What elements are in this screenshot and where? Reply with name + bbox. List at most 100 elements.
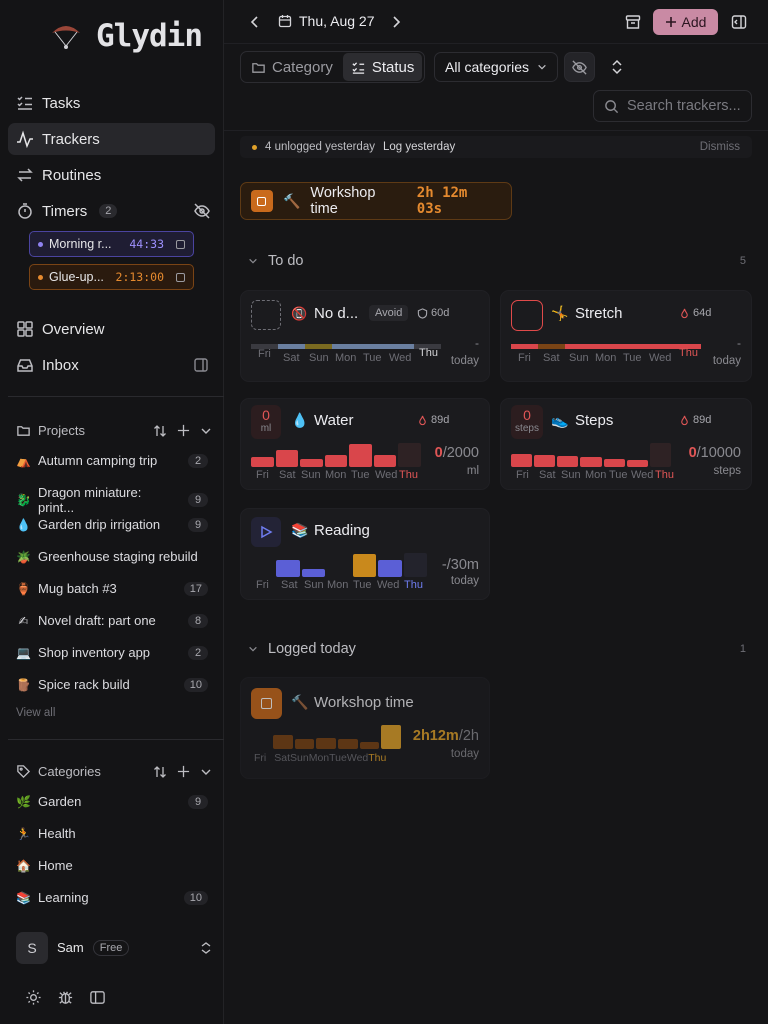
- category-filter-value: All categories: [445, 59, 530, 75]
- category-item[interactable]: 📚 Learning 10: [16, 890, 208, 905]
- project-item[interactable]: ⛺ Autumn camping trip 2: [16, 453, 208, 468]
- chevron-down-icon[interactable]: [200, 425, 212, 437]
- project-item[interactable]: 🪵 Spice rack build 10: [16, 677, 208, 692]
- nav-timers[interactable]: Timers 2: [8, 195, 215, 227]
- eye-off-icon: [571, 59, 588, 76]
- tracker-card-steps[interactable]: 0 steps 👟 Steps 89d Fri Sat Sun Mon Tue …: [500, 398, 752, 490]
- category-filter-select[interactable]: All categories: [434, 52, 559, 82]
- stop-icon[interactable]: [176, 272, 185, 282]
- nav-inbox[interactable]: Inbox: [8, 349, 215, 381]
- nav-routines[interactable]: Routines: [8, 159, 215, 191]
- panel-toggle-icon[interactable]: [193, 357, 209, 373]
- sidebar-toggle-icon[interactable]: [89, 989, 106, 1006]
- tracker-card-workshop[interactable]: 🔨 Workshop time Fri Sat Sun Mon Tue Wed …: [240, 677, 490, 779]
- stop-timer-button[interactable]: [251, 190, 273, 212]
- log-yesterday-link[interactable]: Log yesterday: [383, 141, 455, 153]
- project-item[interactable]: 💧 Garden drip irrigation 9: [16, 517, 208, 532]
- active-timer-banner[interactable]: 🔨 Workshop time 2h 12m 03s: [240, 182, 512, 220]
- timer-time: 2:13:00: [115, 270, 164, 284]
- expand-collapse-icon[interactable]: [607, 57, 627, 77]
- chevron-down-icon: [248, 256, 258, 266]
- add-category-icon[interactable]: [177, 765, 190, 778]
- project-item[interactable]: 🏺 Mug batch #3 17: [16, 581, 208, 596]
- project-name: Novel draft: part one: [38, 613, 156, 628]
- sort-icon[interactable]: [153, 765, 167, 779]
- tracker-emoji: 👟: [551, 412, 569, 428]
- group-by-status[interactable]: Status: [342, 53, 423, 81]
- glider-logo-icon: [50, 21, 82, 51]
- category-name: Health: [38, 826, 76, 841]
- timer-chip-glueup[interactable]: Glue-up... 2:13:00: [29, 264, 194, 290]
- day-label: Fri: [518, 352, 531, 364]
- nav-label: Overview: [42, 320, 105, 338]
- project-item[interactable]: ✍ Novel draft: part one 8: [16, 613, 208, 628]
- timer-name: Glue-up...: [49, 270, 104, 284]
- section-logged-header[interactable]: Logged today 1: [248, 641, 746, 657]
- flame-icon: [679, 308, 690, 319]
- category-item[interactable]: 🌿 Garden 9: [16, 794, 208, 809]
- group-by-category[interactable]: Category: [243, 53, 341, 81]
- add-button[interactable]: Add: [653, 9, 718, 35]
- tracker-card-no-doom[interactable]: 📵 No d... Avoid 60d Fri Sat Sun Mon Tue …: [240, 290, 490, 382]
- counter-box[interactable]: 0 steps: [511, 405, 543, 439]
- prev-day-icon[interactable]: [246, 13, 264, 31]
- day-label: Wed: [375, 469, 398, 481]
- chevron-down-icon: [248, 644, 258, 654]
- day-label: Tue: [609, 469, 628, 481]
- section-todo-header[interactable]: To do 5: [248, 253, 746, 269]
- tracker-name: Steps: [575, 412, 614, 429]
- chevron-down-icon[interactable]: [200, 766, 212, 778]
- tracker-card-water[interactable]: 0 ml 💧 Water 89d Fri Sat Sun Mon Tue Wed…: [240, 398, 490, 490]
- category-item[interactable]: 🏃 Health: [16, 826, 208, 841]
- nav-trackers[interactable]: Trackers: [8, 123, 215, 155]
- history-bar: [251, 457, 274, 467]
- project-count: 17: [183, 581, 208, 596]
- project-count: 2: [188, 645, 208, 660]
- sort-icon[interactable]: [153, 424, 167, 438]
- date-picker[interactable]: Thu, Aug 27: [278, 13, 375, 29]
- project-item[interactable]: 💻 Shop inventory app 2: [16, 645, 208, 660]
- counter-unit: steps: [515, 423, 539, 434]
- section-title: Logged today: [268, 641, 356, 657]
- project-name: Shop inventory app: [38, 645, 151, 660]
- hide-timers-icon[interactable]: [193, 202, 211, 220]
- timer-chip-morning[interactable]: Morning r... 44:33: [29, 231, 194, 257]
- history-bar: [626, 459, 648, 467]
- day-label: Sat: [279, 469, 296, 481]
- history-bar: [603, 458, 625, 467]
- day-label: Sat: [283, 352, 300, 364]
- project-item[interactable]: 🪴 Greenhouse staging rebuild: [16, 549, 208, 564]
- project-item[interactable]: 🐉 Dragon miniature: print... 9: [16, 485, 208, 515]
- category-item[interactable]: 🏠 Home: [16, 858, 208, 873]
- stop-icon[interactable]: [176, 239, 185, 249]
- sun-icon[interactable]: [25, 989, 42, 1006]
- categories-header[interactable]: Categories: [16, 764, 212, 779]
- stop-icon: [257, 196, 267, 206]
- next-day-icon[interactable]: [387, 13, 405, 31]
- stop-timer-button[interactable]: [251, 688, 282, 719]
- user-menu[interactable]: S Sam Free: [16, 931, 212, 964]
- timer-name: Morning r...: [49, 237, 112, 251]
- log-checkbox[interactable]: [511, 300, 543, 331]
- right-panel-icon[interactable]: [729, 12, 749, 32]
- brand[interactable]: Glydin: [50, 18, 203, 54]
- counter-box[interactable]: 0 ml: [251, 405, 281, 439]
- log-checkbox[interactable]: [251, 300, 281, 330]
- nav-tasks[interactable]: Tasks: [8, 87, 215, 119]
- tracker-target: /2h: [458, 728, 479, 744]
- projects-header[interactable]: Projects: [16, 423, 212, 438]
- view-all-link[interactable]: View all: [16, 707, 55, 719]
- chevron-updown-icon: [200, 941, 212, 955]
- dismiss-link[interactable]: Dismiss: [700, 141, 740, 153]
- tracker-card-stretch[interactable]: 🤸 Stretch 64d Fri Sat Sun Mon Tue Wed Th…: [500, 290, 752, 382]
- add-project-icon[interactable]: [177, 424, 190, 437]
- search-placeholder: Search trackers...: [627, 98, 741, 114]
- history-bar: [381, 725, 401, 749]
- start-timer-button[interactable]: [251, 517, 281, 547]
- search-input[interactable]: Search trackers...: [593, 90, 752, 122]
- hide-completed-button[interactable]: [564, 52, 595, 82]
- archive-icon[interactable]: [623, 12, 643, 32]
- bug-icon[interactable]: [57, 989, 74, 1006]
- tracker-card-reading[interactable]: 📚 Reading Fri Sat Sun Mon Tue Wed Thu -/…: [240, 508, 490, 600]
- nav-overview[interactable]: Overview: [8, 313, 215, 345]
